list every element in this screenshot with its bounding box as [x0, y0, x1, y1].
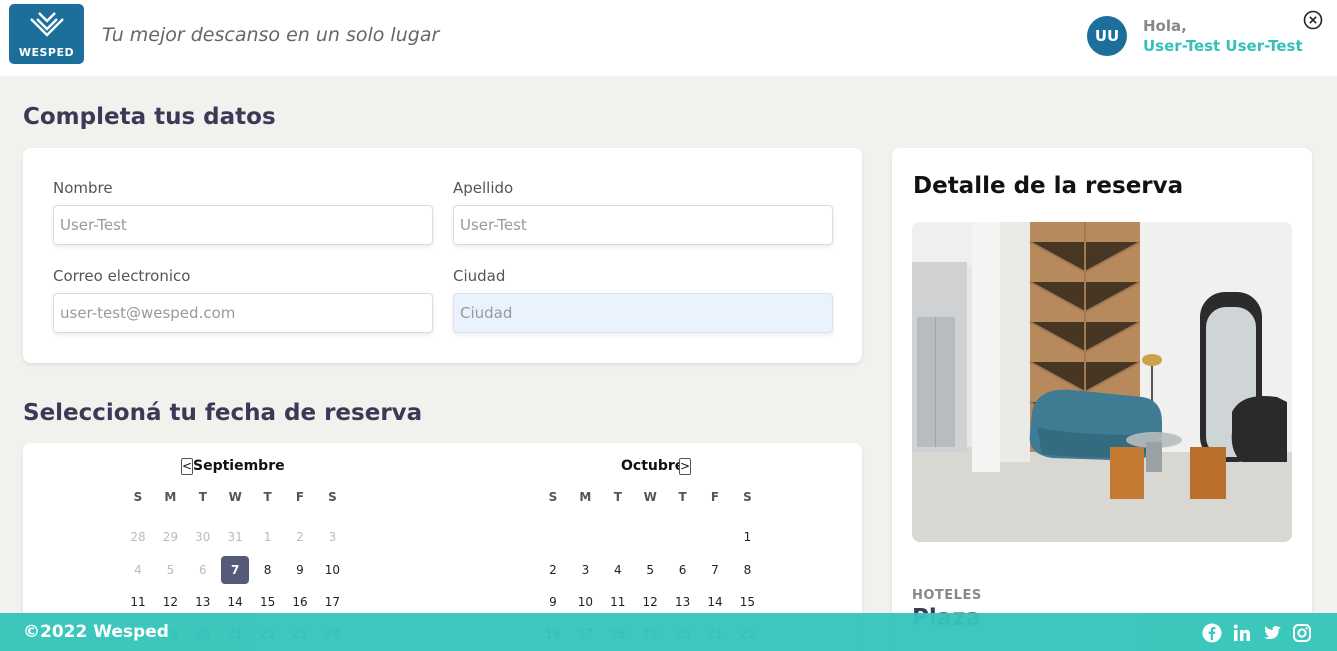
calendar-day-selected[interactable]: 7	[221, 556, 250, 584]
ciudad-label: Ciudad	[453, 267, 506, 285]
calendar-day[interactable]: 1	[733, 523, 761, 551]
calendar-day[interactable]: 9	[286, 556, 314, 584]
weekday-header: T	[198, 490, 207, 504]
linkedin-icon[interactable]	[1232, 623, 1252, 643]
calendar-day: 31	[227, 530, 243, 544]
wesped-logo[interactable]: WESPED	[9, 4, 84, 64]
username-text: User-Test User-Test	[1143, 37, 1303, 55]
month-title-october: Octubre	[621, 458, 685, 474]
calendar-day: 4	[134, 563, 142, 577]
calendar-day[interactable]: 13	[669, 588, 697, 616]
calendar-day[interactable]: 6	[669, 556, 697, 584]
calendar-day: 6	[198, 563, 207, 577]
tagline: Tu mejor descanso en un solo lugar	[102, 24, 440, 46]
month-title-september: Septiembre	[193, 458, 285, 474]
weekday-header: F	[710, 490, 720, 504]
calendar-day[interactable]: 10	[318, 556, 346, 584]
nombre-input[interactable]	[53, 205, 433, 245]
calendar-day: 28	[130, 530, 146, 544]
calendar-day[interactable]: 8	[733, 556, 761, 584]
calendar-day[interactable]: 13	[189, 588, 217, 616]
calendar-day[interactable]: 16	[286, 588, 314, 616]
twitter-icon[interactable]	[1262, 623, 1282, 643]
weekday-header: W	[228, 490, 242, 504]
logo-text: WESPED	[18, 46, 75, 59]
calendar-day: 1	[263, 530, 272, 544]
weekday-header: W	[643, 490, 657, 504]
weekday-header: S	[548, 490, 558, 504]
calendar-day[interactable]: 5	[636, 556, 664, 584]
correo-label: Correo electronico	[53, 267, 191, 285]
facebook-icon[interactable]	[1202, 623, 1222, 643]
calendar-day[interactable]: 9	[539, 588, 567, 616]
calendar-day[interactable]: 12	[156, 588, 184, 616]
calendar-day[interactable]: 14	[221, 588, 249, 616]
avatar[interactable]: UU	[1087, 16, 1127, 56]
calendar-day[interactable]: 4	[604, 556, 632, 584]
close-icon[interactable]	[1303, 10, 1323, 30]
calendar-day[interactable]: 7	[701, 556, 729, 584]
email-input[interactable]	[53, 293, 433, 333]
calendar-day: 2	[296, 530, 304, 544]
hotel-image	[912, 222, 1292, 542]
calendar-day[interactable]: 15	[733, 588, 761, 616]
form-section-title: Completa tus datos	[23, 104, 276, 130]
weekday-header: T	[678, 490, 687, 504]
calendar-day[interactable]: 11	[124, 588, 152, 616]
apellido-label: Apellido	[453, 179, 514, 197]
prev-month-button[interactable]: <	[181, 458, 193, 475]
weekday-header: S	[328, 490, 337, 504]
calendar-day[interactable]: 11	[604, 588, 632, 616]
instagram-icon[interactable]	[1292, 623, 1312, 643]
calendar-day[interactable]: 17	[318, 588, 346, 616]
calendar-day[interactable]: 14	[701, 588, 729, 616]
greeting-text: Hola,	[1143, 17, 1187, 35]
footer-copyright: ©2022 Wesped	[23, 622, 169, 642]
weekday-header: S	[743, 490, 752, 504]
nombre-label: Nombre	[53, 179, 113, 197]
hotel-category-label: HOTELES	[912, 588, 982, 603]
calendar-day: 30	[195, 530, 211, 544]
apellido-input[interactable]	[453, 205, 833, 245]
weekday-header: S	[133, 490, 143, 504]
weekday-header: T	[263, 490, 272, 504]
weekday-header: M	[164, 490, 177, 504]
calendar-day[interactable]: 12	[636, 588, 664, 616]
ciudad-input[interactable]	[453, 293, 833, 333]
calendar-day[interactable]: 2	[539, 556, 567, 584]
weekday-header: T	[613, 490, 622, 504]
weekday-header: F	[295, 490, 305, 504]
calendar-day[interactable]: 10	[571, 588, 599, 616]
footer: ©2022 Wesped	[0, 613, 1337, 651]
calendar-section-title: Seleccioná tu fecha de reserva	[23, 400, 423, 426]
detail-title: Detalle de la reserva	[913, 173, 1184, 199]
calendar-day[interactable]: 15	[254, 588, 282, 616]
calendar-day[interactable]: 3	[571, 556, 599, 584]
calendar-day: 5	[166, 563, 175, 577]
header: WESPED Tu mejor descanso en un solo luga…	[0, 0, 1337, 76]
calendar-day: 29	[162, 530, 179, 544]
next-month-button[interactable]: >	[679, 458, 691, 475]
calendar-day: 3	[328, 530, 337, 544]
weekday-header: M	[579, 490, 592, 504]
logo-mark-icon	[30, 12, 64, 37]
calendar-day[interactable]: 8	[254, 556, 282, 584]
